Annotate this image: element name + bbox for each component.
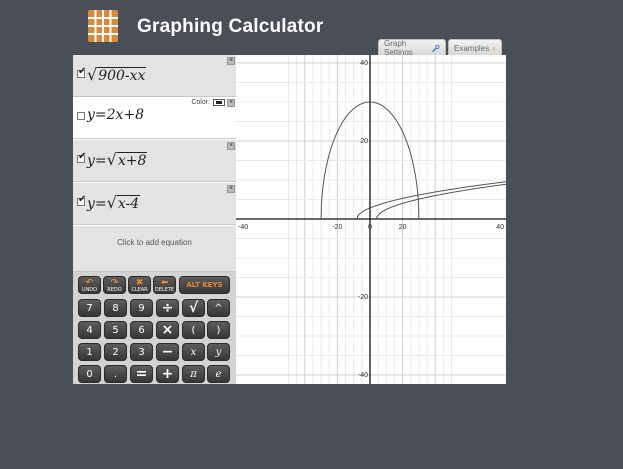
graph-settings-tab[interactable]: Graph Settings: [378, 39, 446, 57]
examples-label: Examples: [454, 43, 490, 53]
examples-tab[interactable]: Examples: [448, 39, 502, 56]
key-close-paren[interactable]: ): [207, 321, 230, 339]
key-x[interactable]: x: [182, 343, 205, 361]
key-2[interactable]: 2: [104, 343, 127, 361]
key-7[interactable]: 7: [78, 299, 101, 317]
key-decimal[interactable]: .: [104, 365, 127, 383]
key-minus[interactable]: −: [156, 343, 179, 361]
checkmark-icon: ✔: [78, 66, 87, 77]
curve-sqrt-x-minus-4: [376, 183, 506, 220]
graph-canvas[interactable]: -40 -20 0 20 40 40 20 -20 -40: [236, 55, 506, 384]
key-y[interactable]: y: [207, 343, 230, 361]
key-4[interactable]: 4: [78, 321, 101, 339]
graph-axes: [236, 55, 506, 384]
undo-button[interactable]: ↶ UNDO: [78, 276, 101, 294]
key-0[interactable]: 0: [78, 365, 101, 383]
equation-1-expression[interactable]: √900-xx: [87, 65, 147, 84]
equation-2-checkbox[interactable]: [77, 112, 85, 120]
y-tick-label: 20: [360, 138, 368, 145]
y-tick-label: -40: [358, 372, 368, 379]
color-picker-button[interactable]: [213, 99, 225, 106]
key-power[interactable]: ^: [207, 299, 230, 317]
checkmark-icon: ✔: [78, 194, 87, 205]
key-open-paren[interactable]: (: [182, 321, 205, 339]
key-equals[interactable]: =: [130, 365, 153, 383]
equation-3-checkbox[interactable]: ✔: [77, 151, 87, 163]
equation-2-expression[interactable]: y=2x+8: [87, 107, 144, 123]
key-sqrt[interactable]: √: [182, 299, 205, 317]
wrench-icon: [432, 44, 440, 52]
delete-button[interactable]: ⬅ DELETE: [153, 276, 176, 294]
clear-button[interactable]: ✖ CLEAR: [128, 276, 151, 294]
equation-row-2[interactable]: y=2x+8 Color: ×: [73, 97, 236, 139]
key-plus[interactable]: +: [156, 365, 179, 383]
y-tick-label: -20: [358, 294, 368, 301]
color-label: Color:: [191, 99, 210, 106]
undo-icon: ↶: [85, 277, 94, 288]
equation-3-close-button[interactable]: ×: [227, 142, 235, 150]
key-multiply[interactable]: ×: [156, 321, 179, 339]
x-tick-label: 0: [368, 224, 372, 231]
key-5[interactable]: 5: [104, 321, 127, 339]
equation-1-close-button[interactable]: ×: [227, 57, 235, 65]
sqrt-icon: √: [106, 150, 117, 169]
key-1[interactable]: 1: [78, 343, 101, 361]
equation-row-3[interactable]: ✔ y=√x+8 ×: [73, 140, 236, 182]
equation-4-checkbox[interactable]: ✔: [77, 194, 87, 206]
add-equation-button[interactable]: Click to add equation: [73, 226, 236, 272]
key-3[interactable]: 3: [130, 343, 153, 361]
checkmark-icon: ✔: [78, 151, 87, 162]
calculator-logo-icon: [88, 10, 118, 42]
redo-button[interactable]: ↷ REDO: [103, 276, 126, 294]
sqrt-icon: √: [87, 65, 98, 84]
equation-row-1[interactable]: ✔ √900-xx ×: [73, 55, 236, 97]
sqrt-icon: √: [106, 193, 117, 212]
key-pi[interactable]: π: [182, 365, 205, 383]
clear-icon: ✖: [135, 277, 144, 288]
lightbulb-icon: [492, 46, 496, 50]
key-8[interactable]: 8: [104, 299, 127, 317]
key-9[interactable]: 9: [130, 299, 153, 317]
x-tick-label: 20: [399, 224, 407, 231]
equation-4-close-button[interactable]: ×: [227, 185, 235, 193]
equation-4-expression[interactable]: y=√x-4: [87, 193, 141, 212]
equation-panel: ✔ √900-xx × y=2x+8 Color: × ✔ y=√x+8 × ✔…: [73, 55, 236, 384]
key-6[interactable]: 6: [130, 321, 153, 339]
x-tick-label: -20: [332, 224, 342, 231]
redo-icon: ↷: [110, 277, 119, 288]
x-tick-label: 40: [496, 224, 504, 231]
delete-icon: ⬅: [160, 277, 169, 288]
x-tick-label: -40: [238, 224, 248, 231]
y-tick-label: 40: [360, 60, 368, 67]
alt-keys-button[interactable]: ALT KEYS: [179, 276, 230, 294]
key-divide[interactable]: ÷: [156, 299, 179, 317]
key-e[interactable]: e: [207, 365, 230, 383]
equation-row-4[interactable]: ✔ y=√x-4 ×: [73, 183, 236, 225]
equation-2-close-button[interactable]: ×: [227, 99, 235, 107]
keypad: ↶ UNDO ↷ REDO ✖ CLEAR ⬅ DELETE ALT KEYS 7 8 …: [73, 272, 236, 384]
graph-plot[interactable]: -40 -20 0 20 40 40 20 -20 -40: [236, 55, 506, 384]
equation-3-expression[interactable]: y=√x+8: [87, 150, 148, 169]
equation-1-checkbox[interactable]: ✔: [77, 66, 87, 78]
app-title: Graphing Calculator: [137, 16, 324, 37]
